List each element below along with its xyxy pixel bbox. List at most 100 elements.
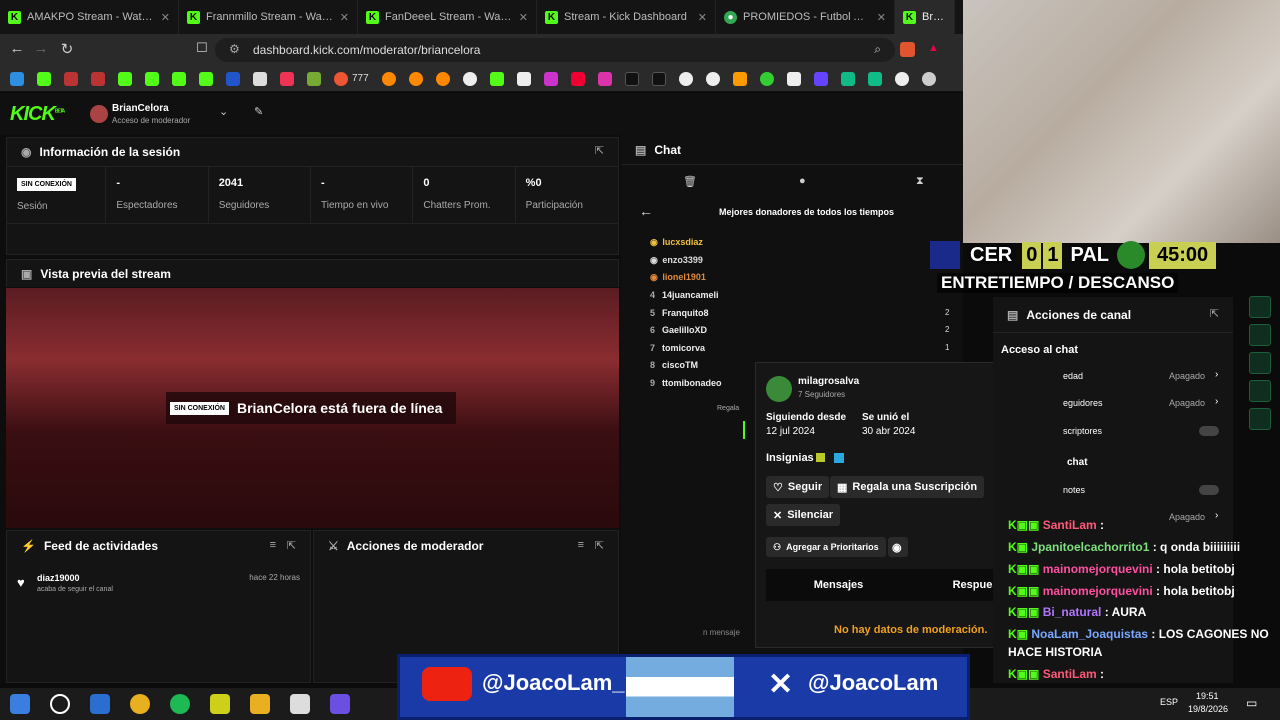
bookmark-icon[interactable] — [543, 71, 558, 86]
eye-button[interactable]: ◉ — [888, 537, 908, 557]
bookmark-icon[interactable] — [462, 71, 477, 86]
bookmark-icon[interactable] — [840, 71, 855, 86]
filter-icon[interactable]: ≡ — [270, 539, 276, 551]
bookmark-777[interactable]: 777 — [334, 71, 369, 86]
bookmark-icon[interactable] — [786, 71, 801, 86]
kick-logo[interactable]: KICKBETA — [10, 103, 65, 126]
toggle-switch[interactable] — [1199, 426, 1219, 436]
bookmark-icon[interactable] — [307, 71, 321, 86]
url-field[interactable]: ⚙ dashboard.kick.com/moderator/briancelo… — [215, 38, 895, 62]
brave-shield-icon[interactable] — [900, 42, 915, 57]
bookmark-icon[interactable] — [813, 71, 828, 86]
chrome-icon[interactable] — [130, 694, 150, 714]
browser-tab[interactable]: ● PROMIEDOS - Futbol Argentin ✕ — [716, 0, 895, 34]
code-icon[interactable] — [1249, 352, 1271, 374]
reload-icon[interactable]: ↻ — [55, 40, 79, 58]
app-icon[interactable] — [290, 694, 310, 714]
bookmark-icon[interactable] — [253, 71, 267, 86]
bookmark-icon[interactable] — [226, 71, 240, 86]
donor-row[interactable]: ◉ lionel1901 — [650, 272, 706, 283]
close-tab-icon[interactable]: ✕ — [161, 11, 170, 24]
rewards-icon[interactable]: ▲ — [928, 42, 939, 54]
chat-input[interactable]: n mensaje — [703, 628, 740, 637]
donor-row[interactable]: 9 ttomibonadeo — [650, 378, 722, 388]
tiktok-icon[interactable] — [624, 71, 639, 86]
notification-icon[interactable]: ▭ — [1246, 696, 1257, 710]
bookmark-icon[interactable] — [37, 71, 51, 86]
browser-tab[interactable]: K FanDeeeL Stream - Watch L ✕ — [358, 0, 537, 34]
card-username[interactable]: milagrosalva — [798, 376, 859, 387]
browser-tab-active[interactable]: K BrianCe — [895, 0, 955, 34]
chat-icon[interactable]: ● — [799, 175, 806, 187]
trash-icon[interactable]: 🗑 — [683, 175, 697, 188]
bookmark-icon[interactable] — [435, 71, 450, 86]
bookmark-icon[interactable] — [597, 71, 612, 86]
bookmark-icon[interactable] — [408, 71, 423, 86]
windows-start-icon[interactable] — [10, 694, 30, 714]
clock-time[interactable]: 19:51 — [1196, 691, 1219, 701]
toggle-switch[interactable] — [1199, 485, 1219, 495]
mute-button[interactable]: ✕ Silenciar — [766, 504, 841, 526]
language-indicator[interactable]: ESP — [1160, 697, 1178, 707]
bookmark-icon[interactable]: ☐ — [190, 40, 214, 56]
list-icon[interactable] — [1249, 296, 1271, 318]
popout-icon[interactable]: ⇱ — [287, 539, 296, 552]
app-icon[interactable] — [90, 694, 110, 714]
browser-tab[interactable]: K Frannmillo Stream - Watch ✕ — [179, 0, 358, 34]
donor-row[interactable]: 6 GaelilloXD — [650, 325, 707, 335]
wrench-icon[interactable] — [1249, 408, 1271, 430]
chevron-down-icon[interactable]: ⌄ — [219, 105, 228, 118]
donor-row[interactable]: 8 ciscoTM — [650, 360, 698, 370]
bookmark-icon[interactable] — [172, 71, 186, 86]
bookmark-icon[interactable] — [381, 71, 396, 86]
bookmark-icon[interactable] — [678, 71, 693, 86]
x-icon[interactable] — [651, 71, 666, 86]
bookmark-icon[interactable] — [199, 71, 213, 86]
hourglass-icon[interactable]: ⧗ — [916, 175, 924, 188]
gift-sub-button[interactable]: ▦ Regala una Suscripción — [830, 476, 985, 498]
bookmark-icon[interactable] — [91, 71, 105, 86]
donor-row[interactable]: ◉ lucxsdiaz — [650, 237, 703, 248]
filter-icon[interactable]: ≡ — [578, 539, 584, 551]
popout-icon[interactable]: ⇱ — [595, 144, 604, 157]
chevron-right-icon[interactable]: › — [1215, 396, 1218, 407]
tab-messages[interactable]: Mensajes — [766, 579, 911, 591]
table-icon[interactable] — [1249, 380, 1271, 402]
follow-button[interactable]: ♡ Seguir — [766, 476, 830, 498]
bookmark-icon[interactable] — [64, 71, 78, 86]
close-tab-icon[interactable]: ✕ — [519, 11, 528, 24]
bookmark-icon[interactable] — [516, 71, 531, 86]
site-info-icon[interactable]: ⚙ — [229, 42, 240, 56]
zoom-search-icon[interactable]: ⌕ — [874, 42, 881, 57]
bookmark-icon[interactable] — [570, 71, 585, 86]
folder-icon[interactable] — [250, 694, 270, 714]
bookmark-icon[interactable] — [705, 71, 720, 86]
clock-date[interactable]: 19/8/2026 — [1188, 704, 1228, 714]
bookmark-icon[interactable] — [118, 71, 132, 86]
bookmark-icon[interactable] — [759, 71, 774, 86]
avatar[interactable] — [90, 105, 108, 123]
close-tab-icon[interactable]: ✕ — [698, 11, 707, 24]
close-tab-icon[interactable]: ✕ — [340, 11, 349, 24]
spotify-icon[interactable] — [170, 694, 190, 714]
stream-preview[interactable]: SIN CONEXIÓN BrianCelora está fuera de l… — [6, 288, 619, 528]
settings-gear-icon[interactable] — [921, 71, 936, 86]
bookmark-icon[interactable] — [489, 71, 504, 86]
donor-row[interactable]: 4 14juancameli — [650, 290, 719, 300]
back-arrow-icon[interactable]: ← — [639, 203, 653, 219]
feed-user[interactable]: diaz19000 — [37, 573, 80, 583]
browser-tab[interactable]: K AMAKPO Stream - Watch L ✕ — [0, 0, 179, 34]
popout-icon[interactable]: ⇱ — [1210, 307, 1219, 320]
donor-row[interactable]: 7 tomicorva — [650, 343, 705, 353]
bookmark-icon[interactable] — [10, 71, 24, 86]
chevron-right-icon[interactable]: › — [1215, 510, 1218, 521]
donor-row[interactable]: 5 Franquito8 — [650, 308, 709, 318]
bookmark-icon[interactable] — [894, 71, 909, 86]
pin-icon[interactable]: ✎ — [254, 105, 263, 118]
popout-icon[interactable]: ⇱ — [595, 539, 604, 552]
bookmark-icon[interactable] — [280, 71, 294, 86]
back-arrow-icon[interactable]: ← — [5, 40, 29, 57]
browser-tab[interactable]: K Stream - Kick Dashboard ✕ — [537, 0, 716, 34]
forward-arrow-icon[interactable]: → — [29, 40, 53, 57]
search-icon[interactable] — [50, 694, 70, 714]
